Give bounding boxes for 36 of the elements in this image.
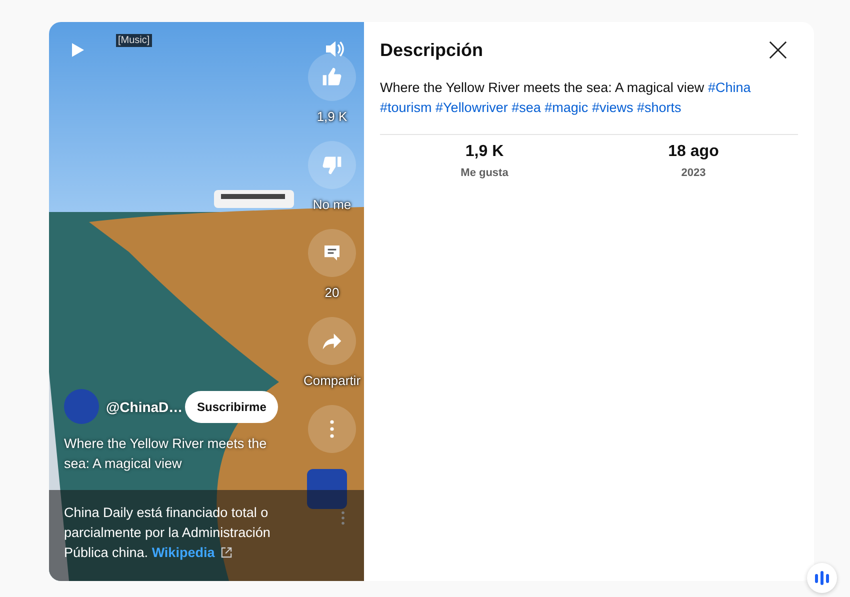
stat-value: 1,9 K [465, 143, 504, 161]
hashtag-link[interactable]: #China [708, 80, 751, 95]
more-icon [330, 420, 334, 438]
dislike-button[interactable] [308, 141, 356, 189]
stat-label: Me gusta [460, 167, 508, 179]
hashtag-link[interactable]: #views [592, 100, 634, 115]
comment-icon [322, 243, 342, 263]
more-icon[interactable] [341, 511, 345, 525]
action-label: 20 [324, 285, 340, 300]
external-link-icon [220, 547, 232, 558]
action-label: Compartir [303, 373, 361, 388]
audio-bars-icon [814, 570, 830, 586]
panel-title: Descripción [380, 40, 484, 60]
action-label: 1,9 K [316, 109, 348, 124]
subscribe-button[interactable]: Suscribirme [185, 390, 278, 422]
thumbs-up-icon [321, 66, 343, 88]
share-button[interactable] [308, 317, 356, 365]
description-text: Where the Yellow River meets the sea: A magical view #China #tourism #Yellowriver #sea #magic #views #shorts [380, 78, 798, 135]
stat-value: 18 ago [668, 143, 719, 161]
wikipedia-link[interactable]: Wikipedia [152, 545, 232, 560]
channel-logo[interactable] [307, 469, 347, 509]
volume-icon[interactable] [326, 40, 345, 58]
comment-button[interactable] [308, 229, 356, 277]
hashtag-link[interactable]: #sea [512, 100, 541, 115]
hashtag-link[interactable]: #magic [544, 100, 588, 115]
hashtag-link[interactable]: #Yellowriver [436, 100, 508, 115]
stat-label: 2023 [681, 167, 706, 179]
caption-text: [Music] [116, 34, 152, 47]
like-button[interactable] [308, 53, 356, 101]
play-icon[interactable] [72, 43, 84, 57]
assistant-button[interactable] [807, 563, 837, 593]
thumbs-down-icon [321, 154, 343, 176]
hashtag-link[interactable]: #tourism [380, 100, 432, 115]
funding-notice: China Daily está financiado total o parcialmente por la Administración Pública china. Wikipedia [64, 504, 272, 562]
close-icon[interactable] [769, 41, 787, 59]
hashtag-link[interactable]: #shorts [636, 100, 682, 115]
